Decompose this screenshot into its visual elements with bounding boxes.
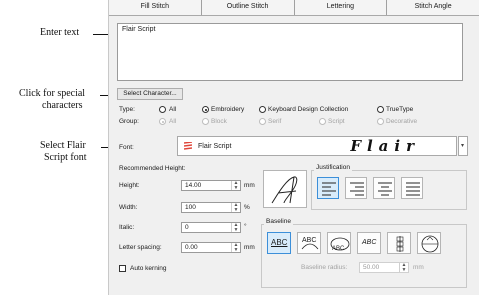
baseline-radius-value: 50.00 bbox=[363, 264, 380, 271]
font-name: Flair Script bbox=[198, 143, 232, 150]
group-all-radio[interactable] bbox=[159, 118, 166, 125]
letter-spacing-value: 0.00 bbox=[185, 244, 198, 251]
group-decorative-radio[interactable] bbox=[377, 118, 384, 125]
select-character-button[interactable]: Select Character... bbox=[117, 88, 183, 100]
type-keyboard-design-radio[interactable] bbox=[259, 106, 266, 113]
annotation-select-font-line1: Select Flair bbox=[40, 140, 86, 151]
baseline-circle-inside-icon bbox=[421, 235, 439, 253]
font-sample-preview bbox=[263, 170, 307, 208]
auto-kerning-label: Auto kerning bbox=[130, 265, 167, 272]
spinner-icon[interactable]: ▲ ▼ bbox=[399, 263, 408, 273]
recommended-height-label: Recommended Height: bbox=[119, 165, 186, 172]
annotation-select-font-line2: Script font bbox=[44, 152, 87, 163]
height-value: 14.00 bbox=[185, 182, 202, 189]
italic-value: 0 bbox=[185, 224, 189, 231]
annotation-click-special-line2: characters bbox=[42, 100, 83, 111]
baseline-straight-button[interactable]: ABC bbox=[267, 232, 291, 254]
letter-spacing-unit: mm bbox=[244, 244, 255, 251]
spinner-icon[interactable]: ▲ ▼ bbox=[231, 203, 240, 213]
lettering-text-input[interactable]: Flair Script bbox=[117, 23, 463, 81]
group-script-label: Script bbox=[328, 118, 345, 125]
lettering-panel: Fill Stitch Outline Stitch Lettering Sti… bbox=[108, 0, 479, 295]
group-block-radio[interactable] bbox=[202, 118, 209, 125]
baseline-arc-button[interactable]: ABC bbox=[297, 232, 321, 254]
font-preview: Flair bbox=[350, 137, 420, 155]
italic-input[interactable]: 0 ▲ ▼ bbox=[181, 222, 241, 233]
letter-spacing-input[interactable]: 0.00 ▲ ▼ bbox=[181, 242, 241, 253]
baseline-straight-icon: ABC bbox=[271, 238, 288, 247]
type-keyboard-design-label: Keyboard Design Collection bbox=[268, 106, 349, 113]
height-unit: mm bbox=[244, 182, 255, 189]
height-label: Height: bbox=[119, 182, 140, 189]
tab-lettering[interactable]: Lettering bbox=[295, 0, 388, 15]
font-dropdown-arrow[interactable]: ▾ bbox=[458, 136, 468, 156]
group-script-radio[interactable] bbox=[319, 118, 326, 125]
align-center-icon bbox=[378, 182, 392, 196]
tab-fill-stitch[interactable]: Fill Stitch bbox=[109, 0, 202, 15]
baseline-slant-icon: ABC bbox=[362, 239, 377, 246]
spinner-icon[interactable]: ▲ ▼ bbox=[231, 181, 240, 191]
width-unit: % bbox=[244, 204, 250, 211]
spinner-icon[interactable]: ▲ ▼ bbox=[231, 223, 240, 233]
annotation-enter-text: Enter text bbox=[40, 27, 80, 38]
height-input[interactable]: 14.00 ▲ ▼ bbox=[181, 180, 241, 191]
type-truetype-label: TrueType bbox=[386, 106, 414, 113]
embroidery-font-icon bbox=[183, 141, 193, 151]
justify-center-button[interactable] bbox=[373, 177, 395, 199]
width-input[interactable]: 100 ▲ ▼ bbox=[181, 202, 241, 213]
justify-right-button[interactable] bbox=[345, 177, 367, 199]
baseline-vertical-icon bbox=[396, 236, 404, 252]
baseline-circle-button[interactable]: ABC bbox=[327, 232, 351, 254]
baseline-slant-button[interactable]: ABC bbox=[357, 232, 381, 254]
justification-label: Justification bbox=[314, 164, 352, 171]
type-embroidery-radio[interactable] bbox=[202, 106, 209, 113]
baseline-arc-text: ABC bbox=[302, 237, 317, 244]
justify-full-button[interactable] bbox=[401, 177, 423, 199]
auto-kerning-checkbox[interactable] bbox=[119, 265, 126, 272]
spinner-icon[interactable]: ▲ ▼ bbox=[231, 243, 240, 253]
width-value: 100 bbox=[185, 204, 196, 211]
annotation-click-special-line1: Click for special bbox=[19, 88, 86, 99]
italic-unit: ° bbox=[244, 223, 247, 230]
group-all-label: All bbox=[169, 118, 177, 125]
justify-left-button[interactable] bbox=[317, 177, 339, 199]
align-right-icon bbox=[350, 182, 364, 196]
font-label: Font: bbox=[119, 144, 134, 151]
tab-outline-stitch[interactable]: Outline Stitch bbox=[202, 0, 295, 15]
baseline-circle-inside-button[interactable] bbox=[417, 232, 441, 254]
baseline-circle-text: ABC bbox=[332, 246, 345, 252]
font-dropdown[interactable]: Flair Script Flair bbox=[177, 136, 457, 156]
baseline-radius-label: Baseline radius: bbox=[301, 264, 348, 271]
script-a-icon bbox=[271, 176, 298, 204]
type-embroidery-label: Embroidery bbox=[211, 106, 245, 113]
group-serif-label: Serif bbox=[268, 118, 282, 125]
italic-label: Italic: bbox=[119, 224, 135, 231]
width-label: Width: bbox=[119, 204, 138, 211]
type-label: Type: bbox=[119, 106, 135, 113]
baseline-vertical-button[interactable] bbox=[387, 232, 411, 254]
group-block-label: Block bbox=[211, 118, 227, 125]
type-all-label: All bbox=[169, 106, 177, 113]
group-label: Group: bbox=[119, 118, 139, 125]
chevron-down-icon: ▾ bbox=[461, 143, 465, 149]
baseline-label: Baseline bbox=[264, 218, 293, 225]
letter-spacing-label: Letter spacing: bbox=[119, 244, 162, 251]
baseline-radius-input[interactable]: 50.00 ▲ ▼ bbox=[359, 262, 409, 273]
baseline-radius-unit: mm bbox=[413, 264, 424, 271]
align-left-icon bbox=[322, 182, 336, 196]
group-decorative-label: Decorative bbox=[386, 118, 418, 125]
tab-bar: Fill Stitch Outline Stitch Lettering Sti… bbox=[109, 0, 479, 16]
type-truetype-radio[interactable] bbox=[377, 106, 384, 113]
align-justify-icon bbox=[406, 182, 420, 196]
tab-stitch-angle[interactable]: Stitch Angle bbox=[387, 0, 479, 15]
group-serif-radio[interactable] bbox=[259, 118, 266, 125]
type-all-radio[interactable] bbox=[159, 106, 166, 113]
